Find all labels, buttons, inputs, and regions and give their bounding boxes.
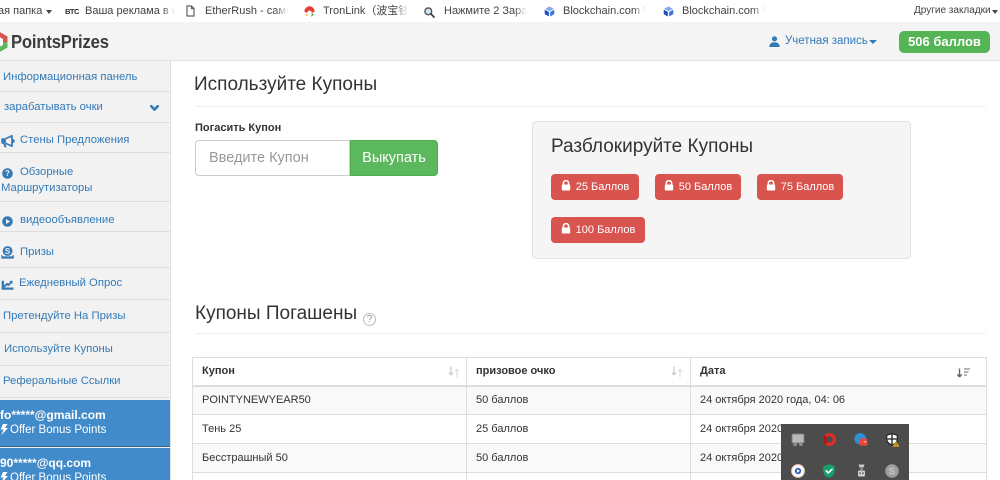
- svg-text:S: S: [5, 247, 11, 256]
- svg-text:S: S: [889, 467, 896, 478]
- svg-text:?: ?: [5, 169, 10, 178]
